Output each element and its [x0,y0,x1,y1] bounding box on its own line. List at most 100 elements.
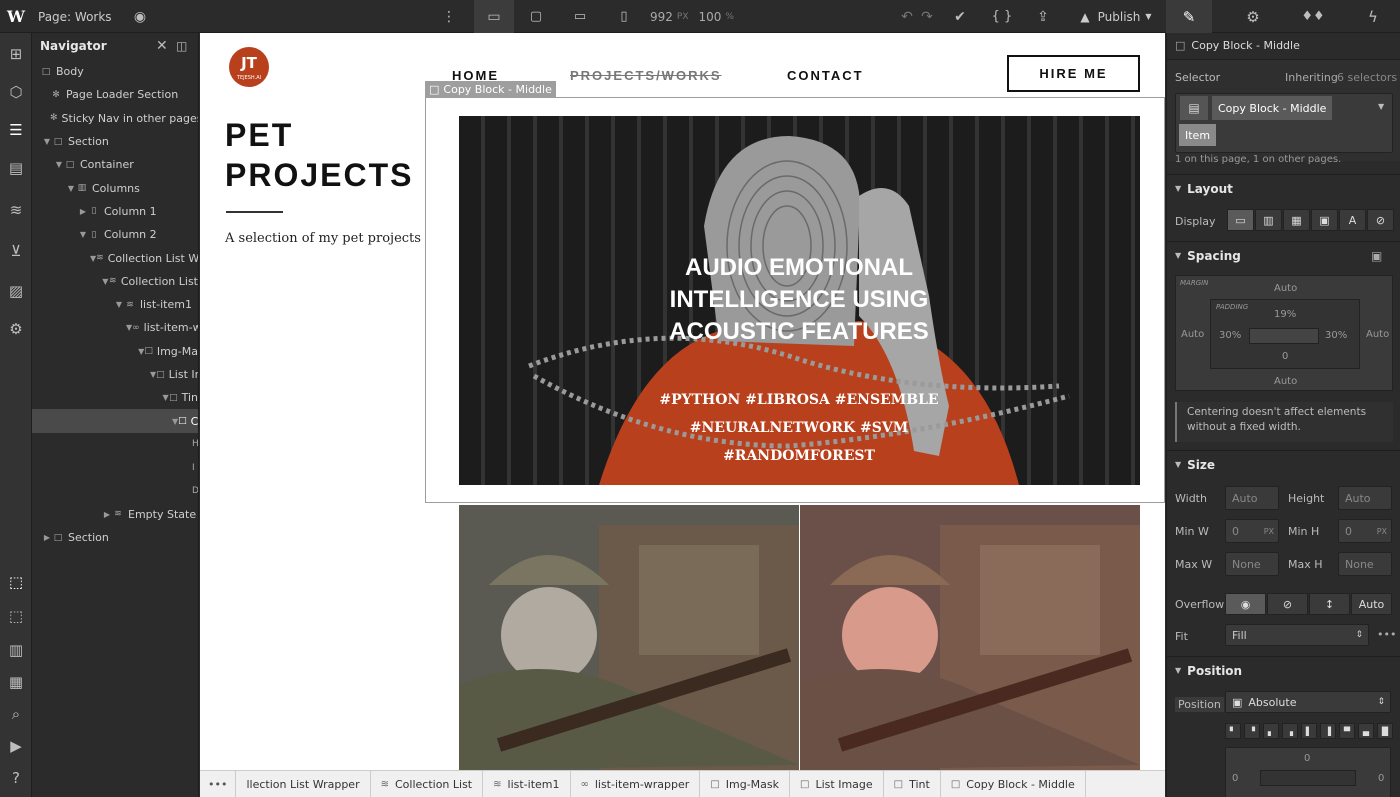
tree-item[interactable]: ▼ ▯ Column 2 [32,223,198,246]
x-ray-icon[interactable]: ▥ [0,635,32,665]
preset-top-left-button[interactable]: ▘ [1225,723,1241,739]
margin-bottom-value[interactable]: Auto [1274,376,1297,387]
undo-icon[interactable]: ↶ [897,0,917,33]
min-width-input[interactable]: 0 PX [1225,519,1279,543]
padding-left-value[interactable]: 30% [1219,330,1241,341]
page-selector[interactable]: Page: Works [38,0,120,33]
pages-icon[interactable]: ▤ [0,153,32,183]
caret-right-icon[interactable]: ▶ [102,510,112,519]
spacing-toggle-icon[interactable]: ▣ [1371,249,1382,263]
chevron-down-icon[interactable]: ▼ [1378,102,1384,111]
style-manager-tab[interactable]: ♦♦ [1290,0,1336,33]
tree-item[interactable]: ✻ Sticky Nav in other pages [32,107,198,130]
cms-database-icon[interactable]: ≋ [0,195,32,225]
selector-field[interactable]: ▤ Copy Block - Middle ▼ Item [1175,93,1393,153]
tree-item[interactable]: ▶ ≋ Empty State [32,503,198,526]
caret-down-icon[interactable]: ▼ [42,137,52,146]
landscape-breakpoint-button[interactable]: ▭ [566,0,594,33]
preset-bottom-right-button[interactable]: ▗ [1282,723,1298,739]
margin-left-value[interactable]: Auto [1181,329,1204,340]
preset-bottom-button[interactable]: ▄ [1358,723,1374,739]
tablet-breakpoint-button[interactable]: ▢ [522,0,550,33]
breadcrumb-item[interactable]: ∞ list-item-wrapper [571,771,701,797]
publish-button[interactable]: ▲ Publish ▼ [1068,0,1164,33]
overflow-auto-button[interactable]: Auto [1351,593,1392,615]
select-cursor-icon[interactable]: ⬚ [0,567,32,597]
site-logo[interactable]: JT TEJESH.AI [229,47,269,87]
more-dots-icon[interactable]: ⋮ [440,0,458,33]
caret-right-icon[interactable]: ▶ [78,207,88,216]
preset-left-button[interactable]: ▌ [1301,723,1317,739]
breadcrumb-item[interactable]: □ List Image [790,771,884,797]
close-icon[interactable]: ✕ [156,38,168,54]
preset-full-button[interactable]: █ [1377,723,1393,739]
caret-down-icon[interactable]: ▼ [162,393,169,402]
margin-right-value[interactable]: Auto [1366,329,1389,340]
spacing-section-header[interactable]: ▼ Spacing ▣ [1167,241,1400,269]
add-element-icon[interactable]: ⊞ [0,39,32,69]
tree-item[interactable]: I [32,456,198,479]
fit-select[interactable]: Fill ⇕ [1225,624,1369,646]
padding-right-value[interactable]: 30% [1325,330,1347,341]
size-section-header[interactable]: ▼ Size [1167,450,1400,478]
more-options-icon[interactable]: ••• [1377,628,1396,641]
preview-eye-icon[interactable]: ◉ [128,0,152,33]
tree-item[interactable]: ▼ □ Section [32,130,198,153]
overflow-scroll-button[interactable]: ↕ [1309,593,1350,615]
tree-item[interactable]: ▼ □ Tin [32,386,198,409]
padding-top-value[interactable]: 19% [1274,309,1296,320]
padding-bottom-value[interactable]: 0 [1282,351,1288,362]
assets-image-icon[interactable]: ▨ [0,276,32,306]
tree-item[interactable]: ▶ ▯ Column 1 [32,200,198,223]
search-icon[interactable]: ⌕ [0,699,32,729]
overflow-hidden-button[interactable]: ⊘ [1267,593,1308,615]
position-right-value[interactable]: 0 [1378,773,1384,784]
tree-item[interactable]: ▼ ∞ list-item-w [32,316,198,339]
display-flex-button[interactable]: ▥ [1255,209,1282,231]
tree-item[interactable]: ▼ ≋ Collection List [32,270,198,293]
ecommerce-cart-icon[interactable]: ⊻ [0,236,32,266]
tree-item[interactable]: ▼ □ List Ir [32,363,198,386]
style-guide-icon[interactable]: ▦ [0,667,32,697]
display-inline-block-button[interactable]: ▣ [1311,209,1338,231]
display-block-button[interactable]: ▭ [1227,209,1254,231]
help-icon[interactable]: ? [0,763,32,793]
desktop-breakpoint-button[interactable]: ▭ [474,0,514,33]
position-top-value[interactable]: 0 [1304,753,1310,764]
canvas-width-readout[interactable]: 992 PX 100 % [650,0,760,33]
position-section-header[interactable]: ▼ Position [1167,656,1400,684]
breadcrumb-item[interactable]: llection List Wrapper [236,771,371,797]
tree-item[interactable]: ▼ ≋ list-item1 [32,293,198,316]
display-inline-button[interactable]: A [1339,209,1366,231]
project-card-image-right[interactable] [800,505,1140,770]
tree-item[interactable]: ▼ □ Container [32,153,198,176]
margin-top-value[interactable]: Auto [1274,283,1297,294]
tree-item[interactable]: ▶ □ Section [32,526,198,549]
breadcrumb-item[interactable]: ≋ list-item1 [483,771,571,797]
breadcrumb-item[interactable]: ≋ Collection List [371,771,484,797]
display-none-button[interactable]: ⊘ [1367,209,1394,231]
preset-top-button[interactable]: ▀ [1339,723,1355,739]
tree-item-selected[interactable]: ▼ □ C [32,409,198,433]
caret-down-icon[interactable]: ▼ [102,277,109,286]
export-icon[interactable]: ⇪ [1030,0,1056,33]
code-icon[interactable]: { } [988,0,1016,33]
preview-select-icon[interactable]: ⬚ [0,601,32,631]
symbols-cube-icon[interactable]: ⬡ [0,77,32,107]
layout-section-header[interactable]: ▼ Layout [1167,174,1400,202]
preset-bottom-left-button[interactable]: ▖ [1263,723,1279,739]
tree-item[interactable]: ▼ ≋ Collection List W [32,246,198,269]
caret-right-icon[interactable]: ▶ [42,533,52,542]
position-left-value[interactable]: 0 [1232,773,1238,784]
breadcrumb-item[interactable]: □ Tint [884,771,941,797]
min-height-input[interactable]: 0 PX [1338,519,1392,543]
display-grid-button[interactable]: ▦ [1283,209,1310,231]
hire-me-button[interactable]: HIRE ME [1007,55,1140,92]
project-card-image-left[interactable] [459,505,799,770]
style-panel-tab[interactable]: ✎ [1166,0,1212,33]
max-height-input[interactable]: None [1338,552,1392,576]
settings-gear-icon[interactable]: ⚙ [0,314,32,344]
preset-right-button[interactable]: ▐ [1320,723,1336,739]
caret-down-icon[interactable]: ▼ [78,230,88,239]
selector-chip[interactable]: Copy Block - Middle [1212,96,1333,120]
